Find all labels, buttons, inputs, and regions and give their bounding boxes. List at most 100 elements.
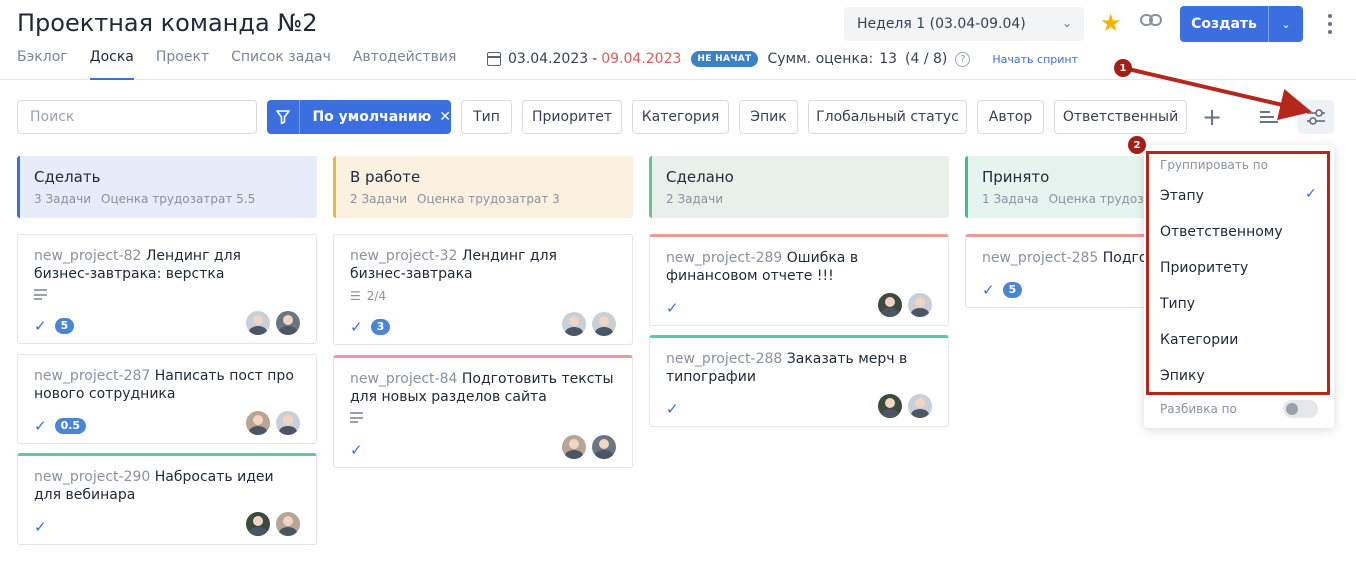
status-badge: НЕ НАЧАТ: [691, 51, 758, 67]
task-card[interactable]: new_project-287 Написать пост про нового…: [17, 354, 317, 444]
task-key[interactable]: new_project-285: [982, 250, 1098, 266]
estimate-badge: 3: [370, 319, 391, 335]
help-icon[interactable]: ?: [955, 51, 971, 67]
task-key[interactable]: new_project-289: [666, 250, 782, 266]
column-task-count: 3 Задачи: [34, 192, 92, 206]
filter-epic-button[interactable]: Эпик: [739, 100, 798, 134]
group-by-epic[interactable]: Эпику: [1160, 368, 1205, 384]
avatar: [562, 312, 586, 336]
sum-estimate-label: Сумм. оценка:: [767, 51, 874, 67]
avatar: [908, 293, 932, 317]
avatar: [246, 311, 270, 335]
avatar: [562, 435, 586, 459]
filter-priority-button[interactable]: Приоритет: [522, 100, 622, 134]
sprint-date-separator: -: [592, 51, 598, 67]
check-icon: ✓: [982, 281, 995, 299]
column-title: Сделано: [666, 168, 734, 186]
task-key[interactable]: new_project-82: [34, 248, 141, 264]
link-icon[interactable]: [1140, 13, 1162, 27]
task-key[interactable]: new_project-84: [350, 371, 457, 387]
star-icon[interactable]: ★: [1100, 9, 1122, 37]
column-title: В работе: [350, 168, 421, 186]
more-icon[interactable]: [1326, 14, 1334, 34]
task-card[interactable]: new_project-84 Подготовить тексты для но…: [333, 355, 633, 468]
task-key[interactable]: new_project-287: [34, 368, 150, 384]
column-header: В работе 2 Задачи Оценка трудозатрат 3: [333, 156, 633, 218]
avatar: [908, 394, 932, 418]
filter-category-button[interactable]: Категория: [632, 100, 729, 134]
column-estimate: Оценка трудозатрат 5.5: [101, 192, 256, 206]
task-card[interactable]: new_project-289 Ошибка в финансовом отче…: [649, 234, 949, 326]
check-icon: ✓: [666, 299, 679, 317]
avatar: [276, 411, 300, 435]
column-title: Сделать: [34, 168, 101, 186]
avatar: [246, 512, 270, 536]
tab-automations[interactable]: Автодействия: [353, 48, 457, 80]
board-column-in-progress: В работе 2 Задачи Оценка трудозатрат 3: [333, 156, 633, 218]
description-icon: [350, 412, 364, 423]
avatar: [878, 293, 902, 317]
column-header: Сделать 3 Задачи Оценка трудозатрат 5.5: [17, 156, 317, 218]
estimate-badge: 5: [54, 318, 75, 334]
create-button[interactable]: Создать ⌄: [1180, 6, 1303, 42]
chevron-down-icon[interactable]: ⌄: [1269, 18, 1303, 31]
column-task-count: 2 Задачи: [350, 192, 408, 206]
top-bar: Проектная команда №2 Бэклог Доска Проект…: [0, 0, 1356, 80]
sum-estimate-breakdown: (4 / 8): [905, 51, 948, 67]
chevron-down-icon: ⌄: [1061, 16, 1072, 30]
board-settings-button[interactable]: [1298, 100, 1334, 134]
check-icon: ✓: [350, 441, 363, 459]
close-icon[interactable]: ✕: [439, 109, 451, 125]
tab-project[interactable]: Проект: [156, 48, 209, 80]
page-title: Проектная команда №2: [17, 9, 318, 37]
avatar: [276, 512, 300, 536]
sum-estimate-value: 13: [879, 51, 898, 67]
check-icon: ✓: [34, 518, 47, 536]
start-sprint-link[interactable]: Начать спринт: [992, 53, 1078, 66]
check-icon: ✓: [1305, 186, 1317, 202]
filter-preset-button[interactable]: По умолчанию ✕: [267, 100, 451, 134]
task-key[interactable]: new_project-288: [666, 351, 782, 367]
add-filter-icon[interactable]: +: [1202, 105, 1222, 129]
filter-preset-label: По умолчанию: [312, 109, 432, 125]
view-tabs: Бэклог Доска Проект Список задач Автодей…: [17, 48, 478, 80]
tab-backlog[interactable]: Бэклог: [17, 48, 68, 80]
split-by-toggle[interactable]: [1283, 400, 1318, 418]
filter-icon: [267, 100, 301, 134]
column-header: Сделано 2 Задачи: [649, 156, 949, 218]
sprint-info: 03.04.2023 - 09.04.2023 НЕ НАЧАТ Сумм. о…: [487, 51, 1078, 67]
group-by-assignee[interactable]: Ответственному: [1160, 224, 1283, 240]
search-input[interactable]: [17, 100, 257, 134]
group-by-priority[interactable]: Приоритету: [1160, 260, 1248, 276]
column-task-count: 2 Задачи: [666, 192, 724, 206]
check-icon: ✓: [666, 400, 679, 418]
avatar: [246, 411, 270, 435]
filter-type-button[interactable]: Тип: [461, 100, 512, 134]
task-card[interactable]: new_project-285 Подгото ✓ 5: [965, 234, 1165, 308]
board-column-todo: Сделать 3 Задачи Оценка трудозатрат 5.5: [17, 156, 317, 218]
task-key[interactable]: new_project-32: [350, 248, 457, 264]
tab-board[interactable]: Доска: [89, 48, 135, 80]
check-icon: ✓: [350, 318, 363, 336]
sprint-select[interactable]: Неделя 1 (03.04-09.04) ⌄: [844, 7, 1084, 41]
avatar: [276, 311, 300, 335]
sort-icon[interactable]: [1260, 110, 1278, 124]
group-by-type[interactable]: Типу: [1160, 296, 1195, 312]
sprint-date-end: 09.04.2023: [601, 51, 682, 67]
filter-global-status-button[interactable]: Глобальный статус: [808, 100, 967, 134]
task-card[interactable]: new_project-32 Лендинг для бизнес-завтра…: [333, 234, 633, 345]
group-by-category[interactable]: Категории: [1160, 332, 1238, 348]
tab-task-list[interactable]: Список задач: [231, 48, 331, 80]
annotation-marker-1: 1: [1114, 59, 1132, 77]
group-by-stage[interactable]: Этапу: [1160, 188, 1204, 204]
task-card[interactable]: new_project-290 Набросать идеи для вебин…: [17, 453, 317, 545]
task-card[interactable]: new_project-82 Лендинг для бизнес-завтра…: [17, 234, 317, 344]
sprint-date-start: 03.04.2023: [508, 51, 589, 67]
task-key[interactable]: new_project-290: [34, 469, 150, 485]
filter-assignee-button[interactable]: Ответственный: [1054, 100, 1187, 134]
subtasks-icon: ☰: [350, 289, 361, 303]
avatar: [878, 394, 902, 418]
filter-author-button[interactable]: Автор: [977, 100, 1044, 134]
task-card[interactable]: new_project-288 Заказать мерч в типограф…: [649, 335, 949, 427]
description-icon: [34, 289, 48, 300]
